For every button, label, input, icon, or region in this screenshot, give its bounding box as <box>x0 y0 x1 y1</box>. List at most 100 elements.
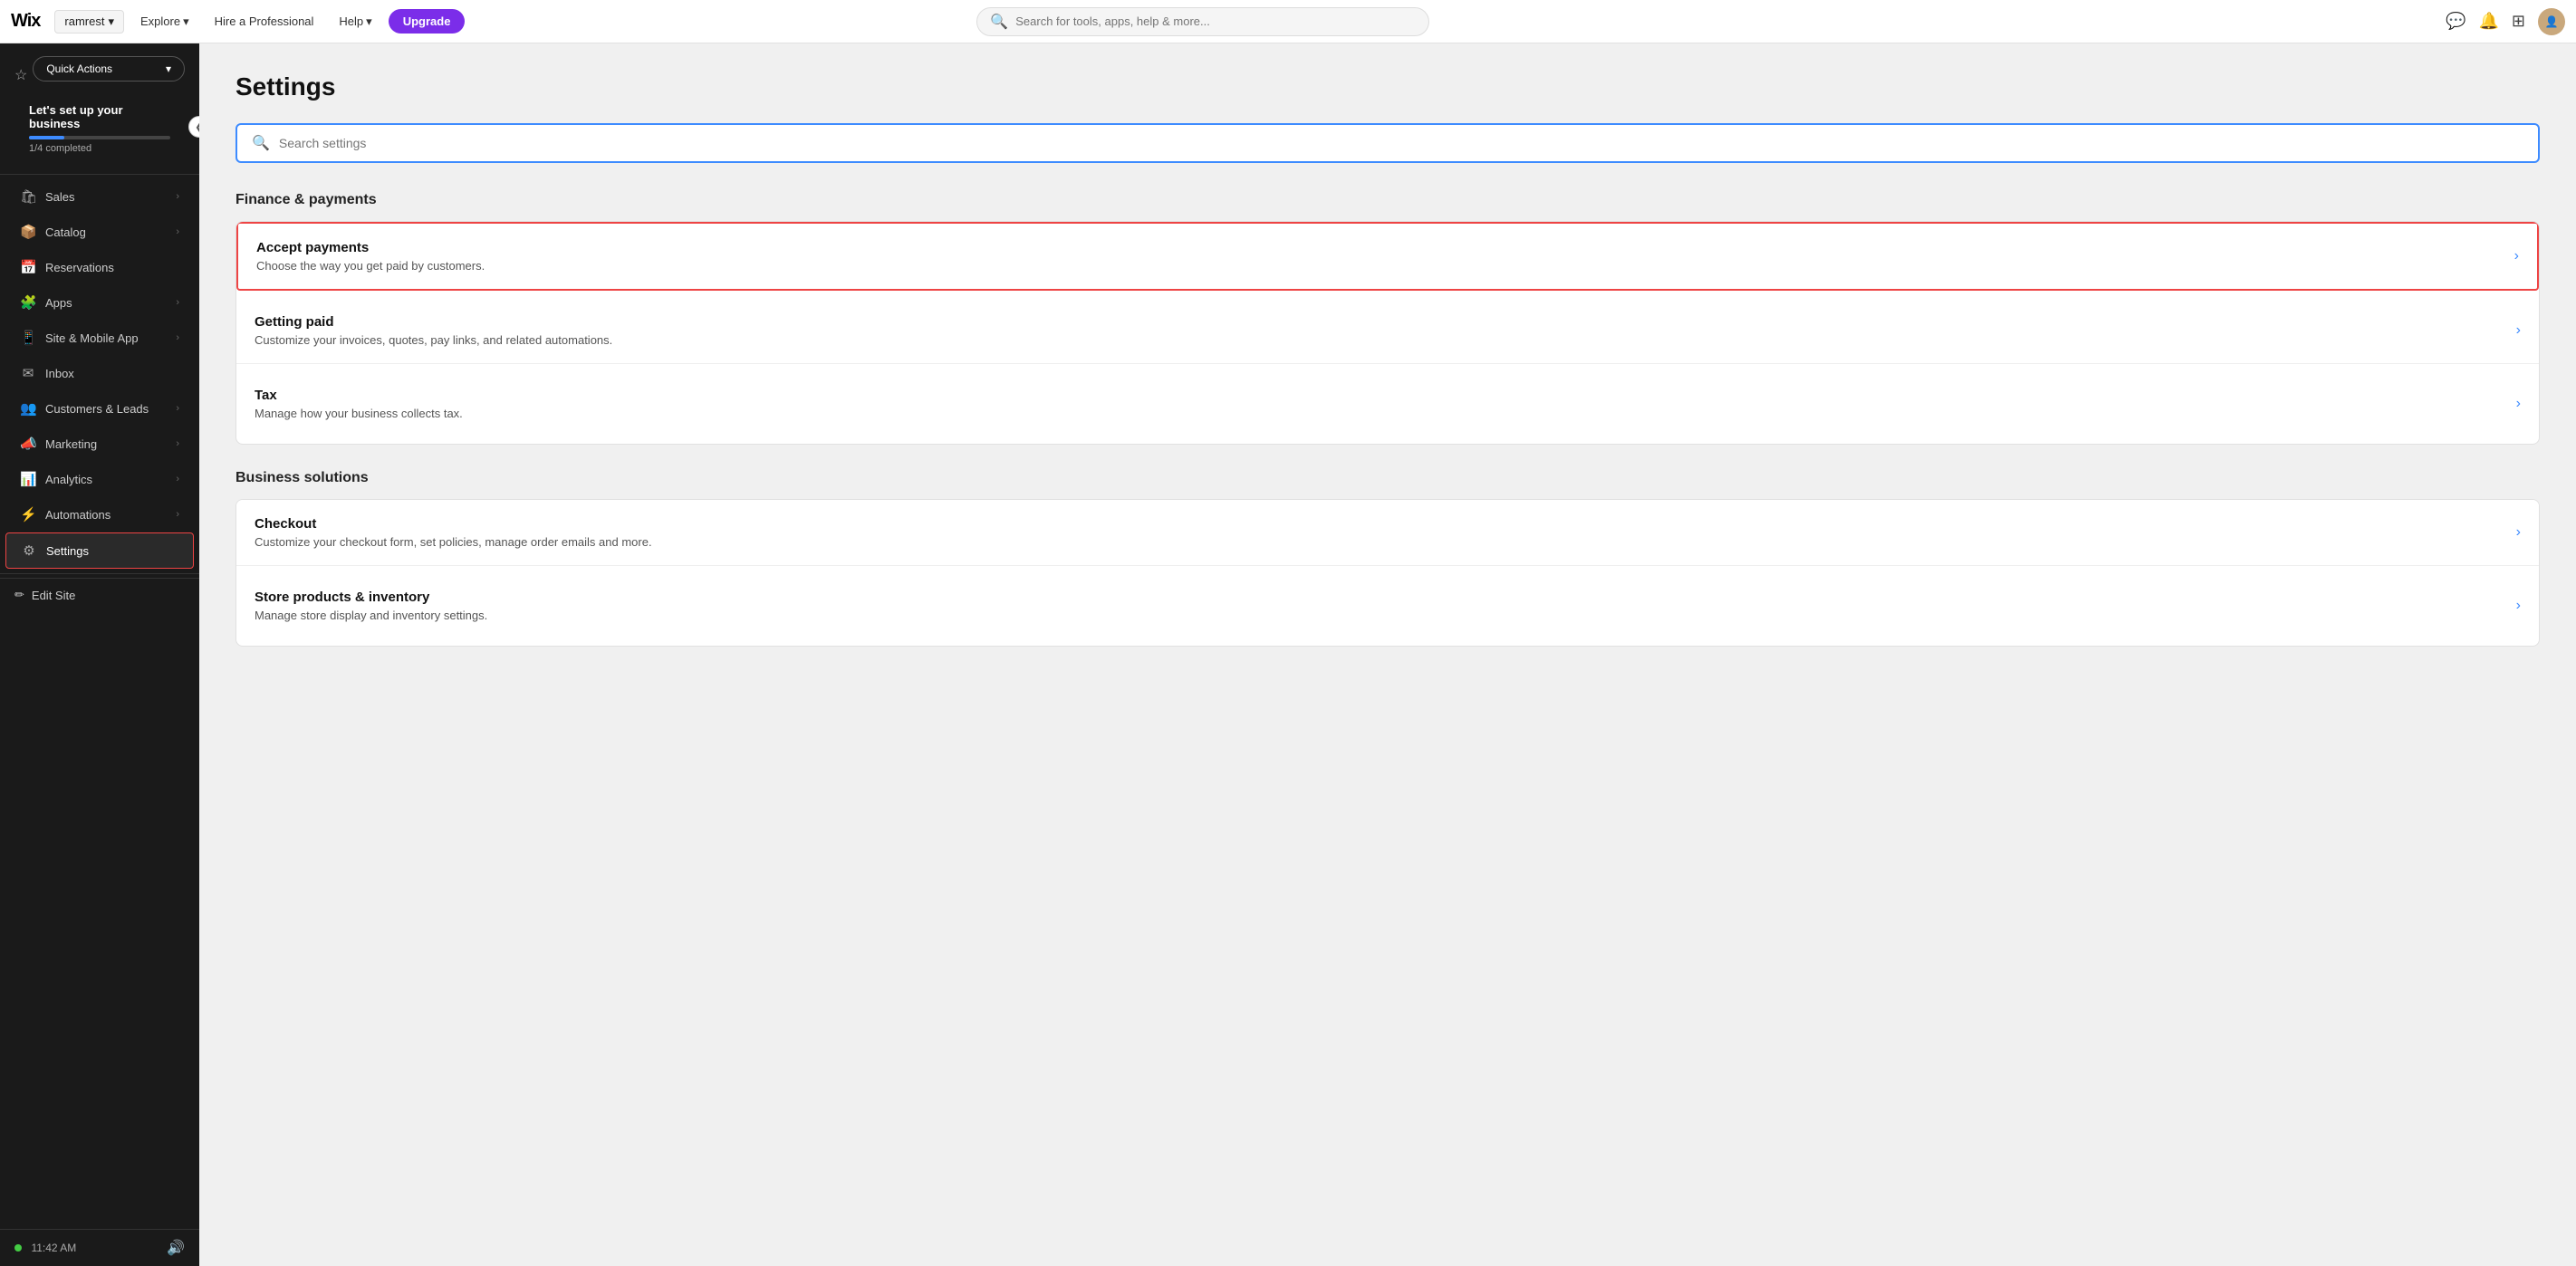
sidebar-item-left: ⚙ Settings <box>21 542 89 559</box>
card-title-checkout: Checkout <box>255 516 652 532</box>
chevron-right-icon: › <box>176 191 179 202</box>
card-getting-paid[interactable]: Getting paid Customize your invoices, qu… <box>236 298 2539 364</box>
card-store-products[interactable]: Store products & inventory Manage store … <box>236 573 2539 638</box>
card-title-tax: Tax <box>255 388 463 403</box>
avatar[interactable]: 👤 <box>2538 8 2565 35</box>
sidebar-item-inbox[interactable]: ✉ Inbox <box>5 356 194 390</box>
chevron-right-icon: › <box>2516 524 2521 541</box>
explore-nav[interactable]: Explore ▾ <box>131 14 198 29</box>
analytics-icon: 📊 <box>20 471 36 487</box>
sidebar-item-label: Inbox <box>45 367 74 380</box>
sidebar-item-label: Apps <box>45 296 72 310</box>
sidebar-item-label: Automations <box>45 508 111 522</box>
upgrade-button[interactable]: Upgrade <box>389 9 466 34</box>
sidebar-item-left: 📣 Marketing <box>20 436 97 452</box>
sidebar-item-site-mobile[interactable]: 📱 Site & Mobile App › <box>5 321 194 355</box>
sidebar-item-catalog[interactable]: 📦 Catalog › <box>5 215 194 249</box>
wix-logo: Wix <box>11 11 40 32</box>
sidebar-item-label: Catalog <box>45 225 86 239</box>
search-icon: 🔍 <box>990 13 1008 31</box>
topnav: Wix ramrest ▾ Explore ▾ Hire a Professio… <box>0 0 2576 43</box>
chevron-down-icon: ▾ <box>366 14 372 29</box>
sidebar-footer: 11:42 AM 🔊 <box>0 1229 199 1266</box>
chevron-right-icon: › <box>176 509 179 520</box>
grid-icon[interactable]: ⊞ <box>2512 12 2525 31</box>
chat-icon[interactable]: 💬 <box>2446 12 2465 31</box>
sidebar-header: ☆ Quick Actions ▾ Let's set up your busi… <box>0 43 199 170</box>
chevron-right-icon: › <box>176 474 179 484</box>
site-selector[interactable]: ramrest ▾ <box>54 10 124 34</box>
settings-search-bar[interactable]: 🔍 <box>235 123 2540 163</box>
customers-icon: 👥 <box>20 400 36 417</box>
card-text-tax: Tax Manage how your business collects ta… <box>255 388 463 420</box>
chevron-down-icon: ▾ <box>166 62 171 75</box>
chevron-right-icon: › <box>176 403 179 414</box>
help-nav[interactable]: Help ▾ <box>330 14 380 29</box>
chevron-right-icon: › <box>176 226 179 237</box>
edit-site-button[interactable]: ✏ Edit Site <box>0 578 199 611</box>
sidebar-item-analytics[interactable]: 📊 Analytics › <box>5 462 194 496</box>
quick-actions-button[interactable]: Quick Actions ▾ <box>33 56 185 82</box>
sidebar-item-marketing[interactable]: 📣 Marketing › <box>5 427 194 461</box>
sidebar-item-left: 🧩 Apps <box>20 294 72 311</box>
main-layout: ❮ ☆ Quick Actions ▾ Let's set up your bu… <box>0 43 2576 1266</box>
chevron-right-icon: › <box>2514 248 2519 264</box>
card-desc-accept-payments: Choose the way you get paid by customers… <box>256 259 485 273</box>
nav-icons: 💬 🔔 ⊞ 👤 <box>2446 8 2565 35</box>
sound-icon[interactable]: 🔊 <box>167 1239 185 1257</box>
sidebar-item-left: 🛍 Sales <box>20 188 75 205</box>
settings-sections: Finance & payments Accept payments Choos… <box>235 192 2540 647</box>
sidebar-item-left: 📅 Reservations <box>20 259 114 275</box>
sidebar-item-settings[interactable]: ⚙ Settings <box>5 532 194 569</box>
sidebar-item-label: Site & Mobile App <box>45 331 139 345</box>
card-text-accept-payments: Accept payments Choose the way you get p… <box>256 240 485 273</box>
card-desc-getting-paid: Customize your invoices, quotes, pay lin… <box>255 333 612 347</box>
reservations-icon: 📅 <box>20 259 36 275</box>
section-title-finance: Finance & payments <box>235 192 2540 208</box>
section-business-solutions: Business solutions Checkout Customize yo… <box>235 470 2540 647</box>
progress-label: 1/4 completed <box>29 143 170 154</box>
sidebar-item-sales[interactable]: 🛍 Sales › <box>5 179 194 214</box>
card-text-getting-paid: Getting paid Customize your invoices, qu… <box>255 314 612 347</box>
section-cards-business-solutions: Checkout Customize your checkout form, s… <box>235 499 2540 647</box>
sidebar-item-customers[interactable]: 👥 Customers & Leads › <box>5 391 194 426</box>
progress-bar <box>29 136 170 139</box>
card-title-accept-payments: Accept payments <box>256 240 485 255</box>
sidebar-item-left: 👥 Customers & Leads <box>20 400 149 417</box>
settings-search-input[interactable] <box>279 136 2523 150</box>
section-title-business-solutions: Business solutions <box>235 470 2540 486</box>
sidebar-item-apps[interactable]: 🧩 Apps › <box>5 285 194 320</box>
sidebar-items: 🛍 Sales › 📦 Catalog › 📅 Reservations 🧩 A… <box>0 178 199 570</box>
sidebar-item-left: ✉ Inbox <box>20 365 74 381</box>
global-search-input[interactable] <box>1015 14 1416 28</box>
card-accept-payments[interactable]: Accept payments Choose the way you get p… <box>236 222 2539 291</box>
time-display: 11:42 AM <box>14 1240 76 1256</box>
chevron-right-icon: › <box>176 332 179 343</box>
edit-icon: ✏ <box>14 588 24 602</box>
global-search[interactable]: 🔍 <box>976 7 1429 36</box>
bell-icon[interactable]: 🔔 <box>2478 12 2498 31</box>
apps-icon: 🧩 <box>20 294 36 311</box>
catalog-icon: 📦 <box>20 224 36 240</box>
hire-nav[interactable]: Hire a Professional <box>206 14 323 28</box>
card-tax[interactable]: Tax Manage how your business collects ta… <box>236 371 2539 436</box>
online-indicator <box>14 1244 22 1252</box>
progress-fill <box>29 136 64 139</box>
chevron-right-icon: › <box>2516 598 2521 614</box>
site-mobile-icon: 📱 <box>20 330 36 346</box>
setup-title: Let's set up your business <box>29 103 170 130</box>
quick-actions-label: Quick Actions <box>46 62 112 75</box>
sidebar-item-left: 📦 Catalog <box>20 224 86 240</box>
card-checkout[interactable]: Checkout Customize your checkout form, s… <box>236 500 2539 566</box>
chevron-down-icon: ▾ <box>183 14 189 29</box>
card-desc-store-products: Manage store display and inventory setti… <box>255 609 487 622</box>
main-content: Settings 🔍 Finance & payments Accept pay… <box>199 43 2576 1266</box>
sidebar-item-automations[interactable]: ⚡ Automations › <box>5 497 194 532</box>
sidebar-item-reservations[interactable]: 📅 Reservations <box>5 250 194 284</box>
site-name: ramrest <box>64 14 104 28</box>
sidebar-item-left: 📱 Site & Mobile App <box>20 330 139 346</box>
sidebar-item-left: 📊 Analytics <box>20 471 92 487</box>
sidebar-item-label: Sales <box>45 190 75 204</box>
sales-icon: 🛍 <box>20 188 36 205</box>
card-text-store-products: Store products & inventory Manage store … <box>255 590 487 622</box>
